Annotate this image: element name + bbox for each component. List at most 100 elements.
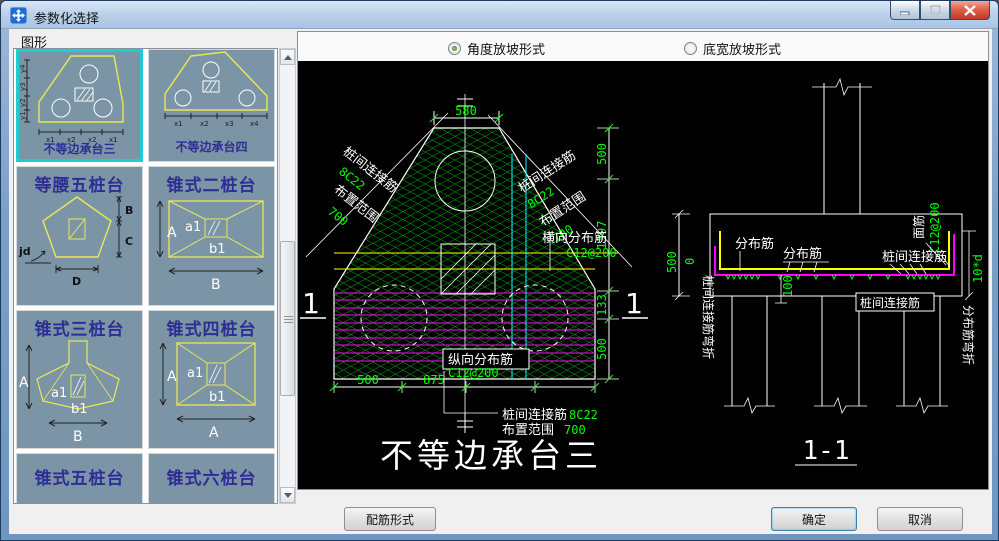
rebar-label: 面筋 (911, 215, 926, 239)
shape-tile-cone-5pile[interactable]: 锥式五桩台 (16, 453, 143, 503)
svg-text:x1: x1 (174, 120, 183, 128)
scroll-down-button[interactable] (280, 487, 295, 503)
rebar-label: 横向分布筋 (542, 230, 607, 246)
dim-text: 500 (595, 143, 609, 165)
svg-text:A: A (209, 425, 219, 441)
cad-drawing: 580 500 1397 133 500 500 875 1 1 桩间连接筋 8… (300, 77, 985, 475)
shape-tile-cone-6pile[interactable]: 锥式六桩台 (148, 453, 275, 503)
radio-selected-icon (448, 42, 461, 55)
tile-thumb-drawing: y4 y3 y2 y1 x1 x2 x2 x1 (19, 55, 124, 144)
radio-label: 底宽放坡形式 (703, 42, 782, 57)
svg-text:b1: b1 (71, 402, 88, 417)
shape-tile-cone-2pile[interactable]: 锥式二桩台 A a1 b1 B (148, 166, 275, 306)
svg-text:a1: a1 (185, 220, 201, 235)
rebar-spec: C12@200 (928, 202, 942, 253)
tile-thumb-drawing: A a1 b1 B (156, 200, 264, 293)
svg-text:A: A (19, 375, 29, 391)
dim-text: 10*d (971, 254, 985, 283)
svg-text:x2: x2 (200, 120, 209, 128)
dim-text: 580 (455, 104, 477, 118)
svg-text:jd: jd (18, 245, 31, 258)
shape-tile-isosceles-5pile[interactable]: 等腰五桩台 B C D jd (16, 166, 143, 306)
minimize-button[interactable] (890, 1, 920, 20)
arrow-down-icon (284, 493, 292, 498)
section-mark: 1 (302, 287, 320, 320)
scrollbar-thumb[interactable] (280, 241, 295, 396)
section-title: 1-1 (803, 436, 850, 466)
shape-list: y4 y3 y2 y1 x1 x2 x2 x1 不等边承台三 x1 x2 x3 … (13, 48, 278, 504)
svg-text:a1: a1 (187, 366, 203, 381)
svg-text:y2: y2 (19, 98, 27, 107)
scroll-up-button[interactable] (280, 49, 295, 65)
maximize-button[interactable] (920, 1, 950, 20)
plan-view: 580 500 1397 133 500 500 875 1 1 桩间连接筋 8… (300, 94, 648, 475)
svg-text:y1: y1 (19, 111, 27, 120)
rebar-label: 桩间连接筋 (502, 407, 567, 423)
section-view: 分布筋 分布筋 桩间连接筋 面筋 C12@200 500 0 桩间连接筋弯折 1… (665, 77, 985, 466)
tile-label: 不等边承台四 (175, 140, 248, 154)
rebar-label: 桩间连接筋弯折 (701, 275, 716, 359)
cancel-button[interactable]: 取消 (877, 507, 963, 531)
cad-canvas[interactable]: 580 500 1397 133 500 500 875 1 1 桩间连接筋 8… (298, 61, 988, 489)
window-title: 参数化选择 (34, 11, 100, 26)
close-button[interactable] (950, 1, 990, 20)
preview-panel: 角度放坡形式 底宽放坡形式 580 500 1397 133 500 500 8… (297, 31, 989, 490)
section-mark: 1 (625, 287, 643, 320)
radio-label: 角度放坡形式 (467, 42, 546, 57)
shape-tile-cone-4pile[interactable]: 锥式四桩台 A a1 b1 A (148, 310, 275, 449)
svg-text:B: B (73, 429, 83, 445)
rebar-spec: 8C22 (569, 408, 598, 422)
ok-button[interactable]: 确定 (771, 507, 857, 531)
slope-options-row: 角度放坡形式 底宽放坡形式 (298, 32, 988, 61)
tile-label: 不等边承台三 (43, 142, 116, 156)
dim-text: 0 (683, 258, 697, 265)
close-icon (964, 4, 976, 16)
dim-text: 875 (423, 373, 445, 387)
arrow-up-icon (284, 55, 292, 60)
svg-text:B: B (211, 277, 221, 293)
shape-tile-unequal-3pile[interactable]: y4 y3 y2 y1 x1 x2 x2 x1 不等边承台三 (16, 49, 143, 162)
radio-unselected-icon (684, 42, 697, 55)
dim-text: 500 (595, 338, 609, 360)
shape-tile-unequal-4pile[interactable]: x1 x2 x3 x4 不等边承台四 (148, 49, 275, 162)
dim-text: 133 (595, 294, 609, 316)
radio-angle-slope[interactable]: 角度放坡形式 (448, 39, 545, 58)
rebar-label: 桩间连接筋 (860, 295, 920, 310)
minimize-icon (900, 11, 910, 15)
svg-text:b1: b1 (209, 390, 226, 405)
svg-text:D: D (72, 275, 81, 288)
tile-thumb-drawing: A a1 b1 B (19, 340, 120, 445)
radio-bottom-width-slope[interactable]: 底宽放坡形式 (684, 39, 781, 58)
rebar-form-button[interactable]: 配筋形式 (344, 507, 436, 531)
svg-text:a1: a1 (51, 386, 67, 401)
svg-text:C: C (125, 235, 133, 248)
svg-text:A: A (167, 369, 177, 385)
maximize-icon (929, 5, 941, 15)
piles (724, 296, 948, 415)
rebar-spec: C12@200 (566, 246, 617, 260)
tile-thumb-drawing: A a1 b1 A (159, 342, 256, 441)
tile-title: 锥式六桩台 (166, 469, 257, 488)
tile-thumb-drawing: x1 x2 x3 x4 (164, 51, 268, 128)
rebar-spec: C12@200 (448, 366, 499, 380)
shape-tile-cone-3pile[interactable]: 锥式三桩台 A a1 b1 B (16, 310, 143, 449)
plan-title: 不等边承台三 (380, 436, 602, 475)
svg-text:x4: x4 (250, 120, 259, 128)
svg-text:A: A (167, 225, 177, 241)
dim-text: 100 (781, 275, 795, 297)
rebar-label: 分布筋弯折 (961, 305, 976, 365)
tile-title: 锥式五桩台 (34, 469, 125, 488)
svg-text:y3: y3 (19, 82, 27, 91)
rebar-spec: 700 (564, 423, 586, 437)
rebar-label: 分布筋 (735, 236, 774, 252)
rebar-spec: 700 (325, 204, 351, 228)
svg-text:B: B (125, 204, 133, 217)
rebar-label: 分布筋 (783, 246, 822, 262)
svg-text:y4: y4 (19, 64, 27, 73)
dialog-client-area: 图形 y4 y3 y2 y1 x1 x2 x2 x1 不等边承台三 x1 x2 … (9, 29, 992, 534)
svg-text:x3: x3 (225, 120, 234, 128)
svg-text:b1: b1 (209, 242, 226, 257)
titlebar[interactable]: 参数化选择 (1, 1, 998, 29)
app-icon (9, 6, 28, 25)
shape-list-scrollbar[interactable] (279, 48, 296, 504)
